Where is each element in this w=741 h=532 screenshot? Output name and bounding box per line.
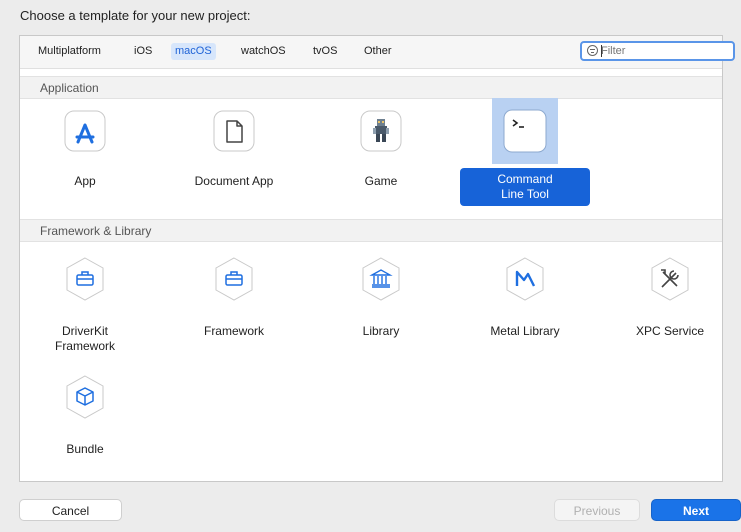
template-label: Framework	[203, 324, 264, 338]
label-line: Line Tool	[501, 187, 549, 201]
template-label: App	[74, 174, 96, 188]
toolbox-icon	[215, 257, 253, 301]
label-line: DriverKit	[61, 324, 108, 338]
toolbox-icon	[66, 257, 104, 301]
template-framework[interactable]: Framework	[169, 246, 299, 346]
template-document-app[interactable]: Document App	[169, 98, 299, 198]
bundle-icon-wrap	[52, 364, 118, 430]
filter-icon	[587, 45, 598, 56]
document-icon-wrap	[201, 98, 267, 164]
template-label: DriverKit Framework	[20, 324, 150, 354]
terminal-icon	[503, 109, 547, 153]
template-library[interactable]: Library	[316, 246, 446, 346]
game-sprite-icon	[360, 110, 402, 152]
template-game[interactable]: Game	[316, 98, 446, 198]
template-app[interactable]: App	[20, 98, 150, 198]
tab-macos[interactable]: macOS	[171, 43, 216, 60]
previous-button[interactable]: Previous	[554, 499, 640, 521]
app-store-icon	[64, 110, 106, 152]
metal-icon	[506, 257, 544, 301]
section-header-application: Application	[20, 76, 722, 99]
template-metal-library[interactable]: Metal Library	[460, 246, 590, 346]
app-icon-wrap	[52, 98, 118, 164]
template-label: Document App	[194, 174, 274, 188]
tab-ios[interactable]: iOS	[130, 43, 156, 60]
template-xpc-service[interactable]: XPC Service	[605, 246, 735, 346]
template-command-line-tool[interactable]: Command Line Tool	[460, 98, 590, 210]
dialog-title: Choose a template for your new project:	[20, 8, 251, 23]
template-label: Game	[364, 174, 398, 188]
library-icon-wrap	[348, 246, 414, 312]
tab-other[interactable]: Other	[360, 43, 396, 60]
tab-watchos[interactable]: watchOS	[237, 43, 290, 60]
next-button[interactable]: Next	[651, 499, 741, 521]
metal-icon-wrap	[492, 246, 558, 312]
label-line: Framework	[54, 339, 115, 353]
cancel-button[interactable]: Cancel	[19, 499, 122, 521]
section-header-framework-library: Framework & Library	[20, 219, 722, 242]
wrench-screwdriver-icon	[651, 257, 689, 301]
label-line: Command	[497, 172, 553, 186]
cube-icon	[66, 375, 104, 419]
template-label: Library	[362, 324, 400, 338]
filter-field[interactable]	[580, 41, 735, 61]
template-label: Bundle	[66, 442, 104, 456]
tab-tvos[interactable]: tvOS	[309, 43, 341, 60]
framework-icon-wrap	[201, 246, 267, 312]
game-icon-wrap	[348, 98, 414, 164]
tab-multiplatform[interactable]: Multiplatform	[34, 43, 105, 60]
document-icon	[213, 110, 255, 152]
terminal-icon-wrap	[492, 98, 558, 164]
platform-tab-bar: Multiplatform iOS macOS watchOS tvOS Oth…	[20, 36, 735, 69]
template-panel: Multiplatform iOS macOS watchOS tvOS Oth…	[19, 35, 735, 482]
template-driverkit-framework[interactable]: DriverKit Framework	[20, 246, 150, 361]
template-label: XPC Service	[635, 324, 705, 338]
xpc-icon-wrap	[637, 246, 703, 312]
building-columns-icon	[362, 257, 400, 301]
template-label: Metal Library	[490, 324, 560, 338]
template-bundle[interactable]: Bundle	[20, 364, 150, 464]
driverkit-icon-wrap	[52, 246, 118, 312]
template-label-selected: Command Line Tool	[460, 168, 590, 206]
filter-input[interactable]	[601, 43, 721, 59]
